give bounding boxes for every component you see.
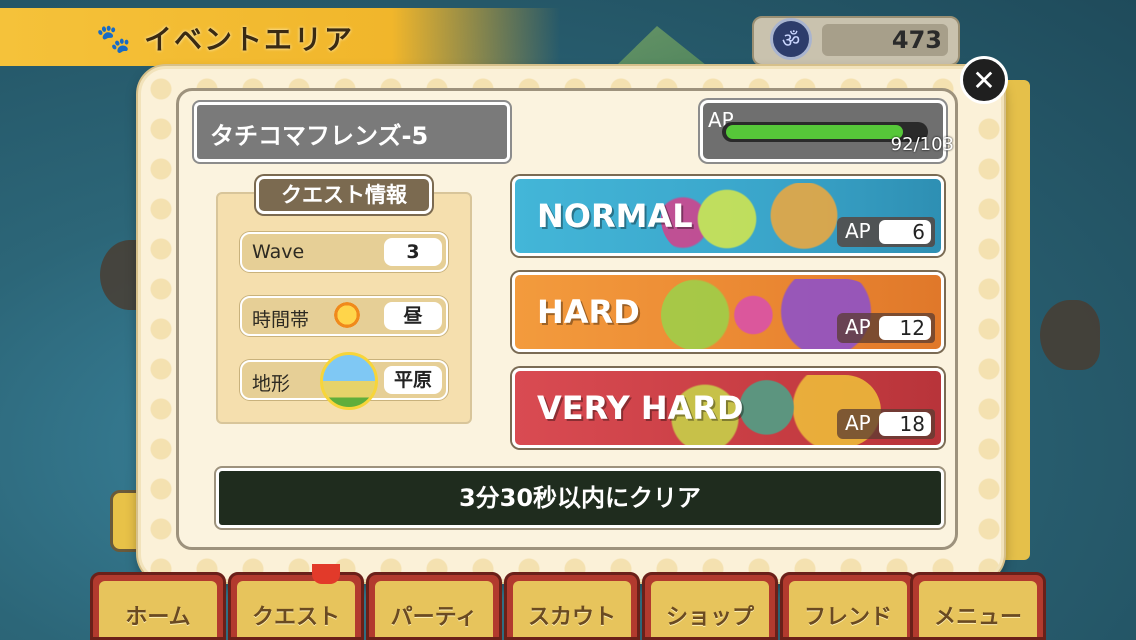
tab-label: ホーム — [125, 605, 191, 630]
difficulty-very-hard-button[interactable]: VERY HARD AP 18 — [512, 368, 944, 448]
tab-party[interactable]: パーティ — [366, 572, 502, 640]
tab-face: フレンド — [789, 581, 907, 637]
tab-face: パーティ — [375, 581, 493, 637]
quest-info-title: クエスト情報 — [256, 176, 432, 214]
ap-cost-label: AP — [845, 219, 871, 243]
ap-cost-value: 12 — [879, 316, 931, 340]
emblem-icon: ॐ — [770, 18, 812, 60]
currency-value: 473 — [891, 26, 942, 54]
difficulty-label: VERY HARD — [537, 389, 744, 427]
ap-count: 92/103 — [890, 134, 954, 155]
paw-icon: 🐾 — [96, 22, 131, 55]
difficulty-label: HARD — [537, 293, 640, 331]
ap-cost-label: AP — [845, 315, 871, 339]
tab-friend[interactable]: フレンド — [780, 572, 916, 640]
info-label: Wave — [252, 241, 305, 263]
ap-cost-value: 6 — [879, 220, 931, 244]
side-button[interactable] — [110, 490, 140, 552]
info-value: 昼 — [384, 302, 442, 330]
info-label: 地形 — [252, 373, 291, 395]
tab-label: ショップ — [665, 605, 754, 630]
tab-home[interactable]: ホーム — [90, 572, 226, 640]
tab-quest[interactable]: クエスト — [228, 572, 364, 640]
info-value: 平原 — [384, 366, 442, 394]
info-value: 3 — [384, 238, 442, 266]
tab-face: ショップ — [651, 581, 769, 637]
plains-icon — [320, 352, 378, 410]
background-rock — [1040, 300, 1100, 370]
difficulty-hard-button[interactable]: HARD AP 12 — [512, 272, 944, 352]
quest-name: タチコマフレンズ-5 — [210, 122, 429, 150]
close-icon: ✕ — [972, 63, 996, 97]
tab-face: スカウト — [513, 581, 631, 637]
clear-condition: 3分30秒以内にクリア — [216, 468, 944, 528]
info-label: 時間帯 — [252, 309, 310, 331]
background-side-panel — [1000, 80, 1030, 560]
tab-face: クエスト — [237, 581, 355, 637]
quest-tab-badge — [312, 564, 340, 584]
tab-face: ホーム — [99, 581, 217, 637]
tab-label: スカウト — [527, 605, 616, 630]
tab-label: メニュー — [933, 605, 1022, 630]
ap-cost-tag: AP 6 — [837, 217, 935, 247]
tab-scout[interactable]: スカウト — [504, 572, 640, 640]
ap-cost-value: 18 — [879, 412, 931, 436]
area-title: イベントエリア — [144, 23, 355, 56]
close-button[interactable]: ✕ — [960, 56, 1008, 104]
tab-shop[interactable]: ショップ — [642, 572, 778, 640]
tab-face: メニュー — [919, 581, 1037, 637]
difficulty-label: NORMAL — [537, 197, 693, 235]
tab-menu[interactable]: メニュー — [910, 572, 1046, 640]
tab-label: クエスト — [251, 605, 340, 630]
ap-cost-label: AP — [845, 411, 871, 435]
ap-cost-tag: AP 12 — [837, 313, 935, 343]
difficulty-normal-button[interactable]: NORMAL AP 6 — [512, 176, 944, 256]
sun-icon — [332, 300, 362, 330]
tab-label: パーティ — [390, 605, 478, 630]
ap-cost-tag: AP 18 — [837, 409, 935, 439]
tab-label: フレンド — [803, 605, 892, 630]
